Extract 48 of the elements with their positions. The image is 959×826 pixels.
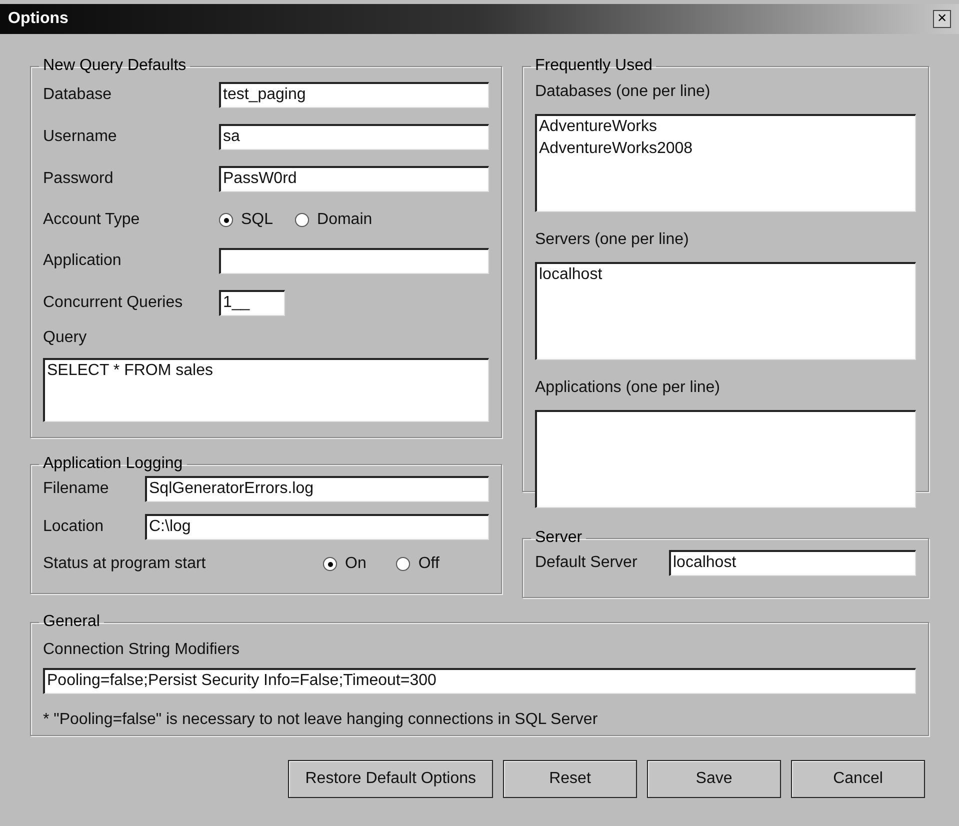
group-title: General bbox=[42, 612, 101, 632]
field-label: Default Server bbox=[535, 553, 638, 573]
field-label: Applications (one per line) bbox=[535, 378, 721, 398]
radio-button[interactable] bbox=[219, 213, 233, 227]
radio-button[interactable] bbox=[396, 557, 410, 571]
text-field[interactable]: 1__ bbox=[219, 290, 285, 316]
text-field[interactable]: sa bbox=[219, 124, 489, 150]
radio-label: SQL bbox=[241, 210, 274, 230]
text-area[interactable]: SELECT * FROM sales bbox=[43, 358, 489, 422]
text-field[interactable]: test_paging bbox=[219, 82, 489, 108]
radio-button[interactable] bbox=[295, 213, 310, 227]
field-label: Databases (one per line) bbox=[535, 82, 712, 102]
dialog-button[interactable]: Reset bbox=[503, 760, 637, 798]
field-label: Query bbox=[43, 329, 87, 346]
radio-label: Domain bbox=[317, 210, 372, 230]
field-label: Application bbox=[43, 251, 122, 271]
radio-label: Off bbox=[418, 554, 440, 574]
text-area[interactable] bbox=[535, 410, 916, 508]
close-button[interactable]: × bbox=[933, 10, 951, 28]
field-label: Concurrent Queries bbox=[43, 293, 184, 313]
text-area[interactable]: AdventureWorks AdventureWorks2008 bbox=[535, 114, 916, 212]
field-label: Account Type bbox=[43, 210, 141, 230]
text-field[interactable]: SqlGeneratorErrors.log bbox=[145, 476, 489, 502]
text-field[interactable]: C:\log bbox=[145, 514, 489, 540]
dialog-button[interactable]: Cancel bbox=[791, 760, 925, 798]
field-label: Database bbox=[43, 85, 112, 105]
window-title: Options bbox=[8, 9, 68, 29]
text-field[interactable]: PassW0rd bbox=[219, 166, 489, 192]
group-title: Server bbox=[534, 528, 584, 548]
text-area[interactable]: localhost bbox=[535, 262, 916, 360]
text-field[interactable] bbox=[219, 248, 489, 274]
dialog-button[interactable]: Save bbox=[647, 760, 781, 798]
radio-button[interactable] bbox=[323, 557, 337, 571]
group-title: New Query Defaults bbox=[42, 56, 188, 76]
field-label: Servers (one per line) bbox=[535, 230, 690, 250]
radio-label: On bbox=[345, 554, 366, 574]
group-title: Frequently Used bbox=[534, 56, 654, 76]
text-field[interactable]: localhost bbox=[669, 550, 916, 576]
field-label: Password bbox=[43, 169, 114, 189]
field-label: Location bbox=[43, 517, 104, 537]
group-title: Application Logging bbox=[42, 454, 184, 474]
field-label: Status at program start bbox=[43, 554, 207, 574]
field-label: Filename bbox=[43, 479, 110, 499]
field-label: Username bbox=[43, 127, 118, 147]
dialog-button[interactable]: Restore Default Options bbox=[288, 760, 493, 798]
text-field[interactable]: Pooling=false;Persist Security Info=False;Timeout=300 bbox=[43, 668, 916, 694]
field-label: Connection String Modifiers bbox=[43, 640, 241, 660]
note-text: * "Pooling=false" is necessary to not leave hanging connections in SQL Server bbox=[43, 710, 599, 730]
